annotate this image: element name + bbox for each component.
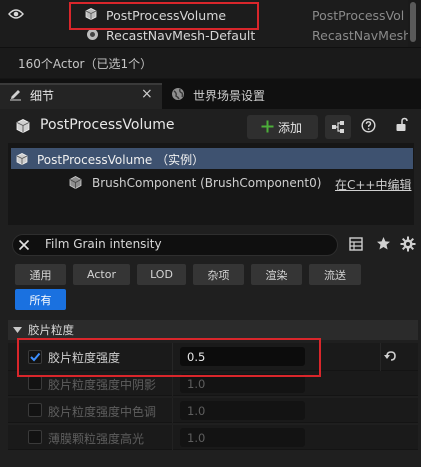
- search-input[interactable]: Film Grain intensity: [45, 237, 162, 251]
- outliner-row-type: RecastNavMesh: [312, 28, 412, 43]
- override-checkbox[interactable]: [28, 376, 42, 390]
- highlight-box: [17, 338, 321, 377]
- pencil-icon: [9, 88, 22, 101]
- reset-arrow-icon[interactable]: [384, 350, 398, 363]
- tab-world-settings[interactable]: 世界场景设置: [193, 87, 265, 104]
- globe-icon: [171, 87, 185, 101]
- property-value-field[interactable]: 1.0: [180, 401, 305, 420]
- component-root-label: PostProcessVolume （实例）: [37, 153, 205, 167]
- blueprint-button[interactable]: [325, 115, 351, 139]
- filter-all[interactable]: 所有: [15, 289, 66, 310]
- caret-down-icon: [13, 327, 22, 333]
- category-title: 胶片粒度: [28, 323, 74, 337]
- filter-actor[interactable]: Actor: [73, 264, 130, 285]
- column-divider: [172, 425, 173, 450]
- star-icon[interactable]: [376, 236, 391, 251]
- add-button-label: 添加: [278, 121, 303, 135]
- add-component-button[interactable]: 添加: [247, 115, 318, 139]
- tab-details-label: 细节: [30, 89, 55, 103]
- close-icon[interactable]: [18, 239, 30, 251]
- grid-icon[interactable]: [349, 237, 363, 251]
- highlight-box: [69, 2, 259, 30]
- filter-rendering[interactable]: 渲染: [251, 264, 302, 285]
- outliner-scroll-thumb[interactable]: [410, 2, 416, 42]
- eye-icon[interactable]: [8, 8, 24, 20]
- property-row: 薄膜颗粒强度高光 1.0: [8, 425, 418, 450]
- tab-details[interactable]: [0, 83, 162, 109]
- close-icon[interactable]: ×: [141, 86, 153, 102]
- cube-icon: [68, 175, 83, 190]
- gear-icon[interactable]: [400, 236, 416, 252]
- cube-icon: [15, 118, 31, 134]
- component-child-label[interactable]: BrushComponent (BrushComponent0): [92, 176, 321, 190]
- filter-misc[interactable]: 杂项: [193, 264, 244, 285]
- actor-name: PostProcessVolume: [40, 117, 175, 133]
- property-row: 胶片粒度强度中色调 1.0: [8, 398, 418, 423]
- filter-lod[interactable]: LOD: [137, 264, 186, 285]
- actor-count-status: 160个Actor（已选1个）: [18, 57, 153, 71]
- outliner-status-bar: 160个Actor（已选1个）: [0, 47, 421, 78]
- property-label: 胶片粒度强度中色调: [48, 405, 157, 419]
- override-checkbox[interactable]: [28, 430, 42, 444]
- filter-streaming[interactable]: 流送: [309, 264, 361, 285]
- plus-icon: [261, 120, 274, 133]
- help-icon[interactable]: [361, 118, 376, 133]
- property-label: 胶片粒度强度中阴影: [48, 378, 157, 392]
- override-checkbox[interactable]: [28, 403, 42, 417]
- property-label: 薄膜颗粒强度高光: [48, 432, 145, 446]
- cube-icon: [15, 152, 29, 166]
- outliner-row-type: PostProcessVol: [312, 8, 405, 23]
- column-divider: [172, 398, 173, 423]
- details-search[interactable]: Film Grain intensity: [12, 234, 338, 256]
- property-value-field[interactable]: 1.0: [180, 428, 305, 447]
- edit-in-cpp-link[interactable]: 在C++中编辑: [335, 176, 412, 193]
- column-divider: [380, 343, 381, 371]
- lock-icon[interactable]: [395, 117, 409, 132]
- outliner-row-label[interactable]: RecastNavMesh-Default: [106, 28, 255, 43]
- filter-common[interactable]: 通用: [15, 264, 66, 285]
- blueprint-icon: [331, 120, 345, 134]
- category-film-grain[interactable]: 胶片粒度: [8, 320, 418, 340]
- component-root-row[interactable]: PostProcessVolume （实例）: [11, 148, 413, 169]
